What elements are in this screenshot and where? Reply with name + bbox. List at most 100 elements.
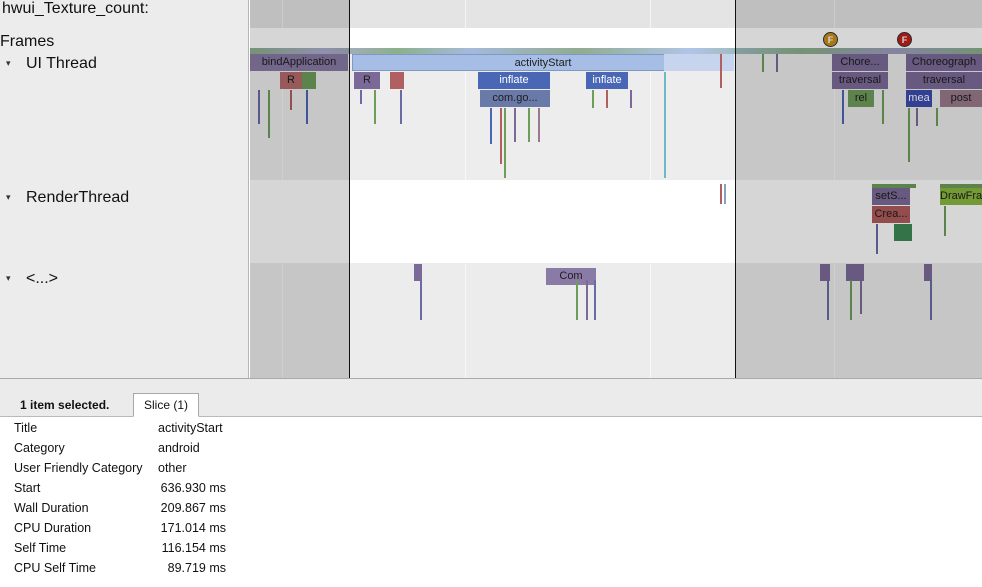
frame-marker-janky[interactable]: F xyxy=(897,32,912,47)
selection-boundary-left[interactable] xyxy=(349,0,350,378)
other-threads-track[interactable]: ▾ <...> xyxy=(6,270,58,288)
slice-r[interactable]: R xyxy=(280,72,302,89)
detail-key: User Friendly Category xyxy=(14,461,143,475)
slice-small[interactable] xyxy=(302,72,316,89)
selection-boundary-right[interactable] xyxy=(735,0,736,378)
slice-choreograph[interactable]: Choreograph xyxy=(906,54,982,71)
tick xyxy=(290,90,292,110)
detail-value[interactable]: 116.154 ms xyxy=(158,538,226,558)
slice-com-go[interactable]: com.go... xyxy=(480,90,550,107)
tick xyxy=(762,54,764,72)
detail-row-cpu-duration: CPU Duration 171.014 ms xyxy=(0,518,982,538)
slice-small[interactable] xyxy=(846,264,864,281)
tick xyxy=(268,90,270,138)
tick xyxy=(504,108,506,178)
detail-row-title: Title activityStart xyxy=(0,418,982,438)
slice-inflate[interactable]: inflate xyxy=(478,72,550,89)
detail-value[interactable]: 89.719 ms xyxy=(158,558,226,578)
tick xyxy=(860,280,862,314)
details-panel: 1 item selected. Slice (1) Title activit… xyxy=(0,378,982,587)
slice-chore[interactable]: Chore... xyxy=(832,54,888,71)
slice-small[interactable] xyxy=(894,224,912,241)
tick xyxy=(586,280,588,320)
tick xyxy=(400,90,402,124)
tick xyxy=(882,90,884,124)
tick xyxy=(776,54,778,72)
tick xyxy=(630,90,632,108)
detail-row-cpu-self-time: CPU Self Time 89.719 ms xyxy=(0,558,982,578)
slice-crea[interactable]: Crea... xyxy=(872,206,910,223)
detail-key: CPU Duration xyxy=(14,521,92,535)
other-threads-band xyxy=(250,263,982,378)
other-threads-label: <...> xyxy=(26,270,59,287)
slice-activity-tail[interactable] xyxy=(664,54,734,71)
slice-com[interactable]: Com xyxy=(546,268,596,285)
detail-key: Start xyxy=(14,481,41,495)
tick xyxy=(930,280,932,320)
counter-track-label: hwui_Texture_count: xyxy=(2,0,149,17)
tick xyxy=(720,54,722,88)
slice-r[interactable]: R xyxy=(354,72,380,89)
slice-rel[interactable]: rel xyxy=(848,90,874,107)
detail-row-start: Start 636.930 ms xyxy=(0,478,982,498)
render-thread-track[interactable]: ▾ RenderThread xyxy=(6,189,129,207)
tick xyxy=(420,280,422,320)
tick xyxy=(850,280,852,320)
tick xyxy=(538,108,540,142)
detail-value[interactable]: 209.867 ms xyxy=(158,498,226,518)
detail-key: Wall Duration xyxy=(14,501,89,515)
tick xyxy=(576,280,578,320)
tick xyxy=(827,280,829,320)
ui-thread-track[interactable]: ▾ UI Thread xyxy=(6,55,97,73)
slice-sets[interactable]: setS... xyxy=(872,188,910,205)
timeline-track-area[interactable]: bindApplication R activityStart R inflat… xyxy=(250,0,982,378)
detail-key: Title xyxy=(14,421,38,435)
frames-band xyxy=(250,28,982,48)
detail-key: CPU Self Time xyxy=(14,561,96,575)
tab-slice[interactable]: Slice (1) xyxy=(133,393,200,417)
slice-small[interactable] xyxy=(820,264,830,281)
tick xyxy=(374,90,376,124)
selection-count: 1 item selected. xyxy=(20,398,110,412)
tick xyxy=(258,90,260,124)
counter-band xyxy=(250,0,982,28)
slice-traversal[interactable]: traversal xyxy=(906,72,982,89)
slice-post[interactable]: post xyxy=(940,90,982,107)
slice-bind-application[interactable]: bindApplication xyxy=(250,54,348,71)
tick xyxy=(528,108,530,142)
tick xyxy=(842,90,844,124)
slice-small[interactable] xyxy=(414,264,422,281)
tick xyxy=(724,184,726,204)
detail-value: other xyxy=(158,461,187,475)
detail-key: Category xyxy=(14,441,65,455)
detail-key: Self Time xyxy=(14,541,67,555)
detail-row-self-time: Self Time 116.154 ms xyxy=(0,538,982,558)
tick xyxy=(916,108,918,126)
tick xyxy=(936,108,938,126)
detail-value[interactable]: activityStart xyxy=(158,418,223,438)
detail-value[interactable]: 171.014 ms xyxy=(158,518,226,538)
tick xyxy=(664,72,666,178)
slice-drawfra[interactable]: DrawFra xyxy=(940,188,982,205)
collapse-triangle-icon[interactable]: ▾ xyxy=(6,192,16,203)
slice-small[interactable] xyxy=(924,264,932,281)
detail-value[interactable]: 636.930 ms xyxy=(158,478,226,498)
tick xyxy=(306,90,308,124)
tick xyxy=(490,108,492,144)
slice-mea[interactable]: mea xyxy=(906,90,932,107)
slice-inflate[interactable]: inflate xyxy=(586,72,628,89)
detail-row-category: Category android xyxy=(0,438,982,458)
frame-marker-ok[interactable]: F xyxy=(823,32,838,47)
collapse-triangle-icon[interactable]: ▾ xyxy=(6,58,16,69)
slice-small[interactable] xyxy=(390,72,404,89)
slice-traversal[interactable]: traversal xyxy=(832,72,888,89)
collapse-triangle-icon[interactable]: ▾ xyxy=(6,273,16,284)
tick xyxy=(594,280,596,320)
render-thread-label: RenderThread xyxy=(26,189,130,206)
detail-value: android xyxy=(158,441,200,455)
detail-row-wall-duration: Wall Duration 209.867 ms xyxy=(0,498,982,518)
tick xyxy=(720,184,722,204)
tick xyxy=(360,90,362,104)
detail-row-user-friendly-category: User Friendly Category other xyxy=(0,458,982,478)
tick xyxy=(514,108,516,142)
